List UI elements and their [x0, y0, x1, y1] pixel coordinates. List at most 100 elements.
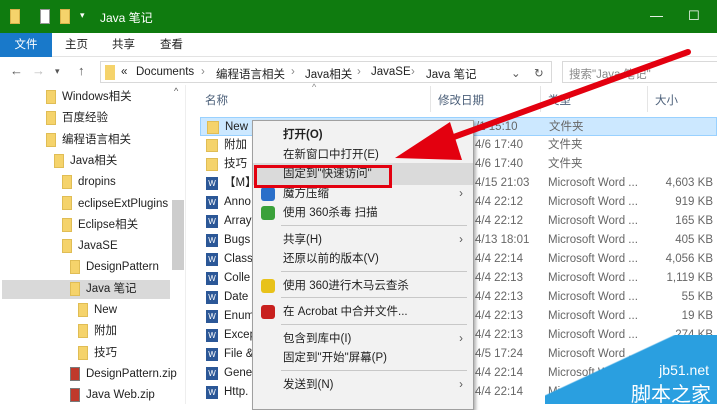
sidebar-item-label: DesignPattern.zip — [86, 367, 177, 380]
file-size: 4,603 KB — [665, 177, 713, 189]
context-menu-item[interactable]: 发送到(N) › — [253, 374, 473, 396]
context-menu-item[interactable]: 固定到"开始"屏幕(P) — [253, 347, 473, 369]
file-date: 4/4 22:14 — [475, 253, 523, 265]
word-document-icon: W — [206, 348, 218, 361]
column-size[interactable]: 大小 — [655, 92, 678, 108]
file-name: New — [225, 121, 249, 133]
breadcrumb-programming[interactable]: 编程语言相关 — [216, 66, 285, 82]
up-button[interactable]: ↑ — [78, 63, 85, 78]
sidebar-item-label: eclipseExtPlugins — [78, 197, 169, 210]
sidebar-item[interactable]: 附加 — [78, 322, 117, 341]
new-folder-icon[interactable] — [60, 9, 70, 24]
sidebar-item-label: Eclipse相关 — [78, 218, 139, 231]
file-type: Microsoft Word ... — [548, 310, 638, 322]
file-name: 技巧 — [224, 158, 247, 170]
tab-view[interactable]: 查看 — [150, 33, 193, 57]
menu-item-label: 共享(H) — [283, 233, 322, 246]
refresh-icon[interactable]: ↻ — [534, 66, 544, 80]
column-name[interactable]: 名称 — [205, 92, 228, 108]
file-type: Microsoft Word ... — [548, 272, 638, 284]
folder-icon — [70, 281, 80, 296]
breadcrumb-javase[interactable]: JavaSE — [371, 66, 411, 78]
file-type: Microsoft Word ... — [548, 253, 638, 265]
folder-icon — [78, 324, 88, 339]
tab-home[interactable]: 主页 — [55, 33, 98, 57]
sidebar-item[interactable]: DesignPattern.zip — [70, 365, 177, 384]
folder-icon — [207, 121, 219, 134]
breadcrumb-documents[interactable]: Documents — [136, 66, 194, 78]
sidebar-item-label: New — [94, 304, 118, 316]
address-bar[interactable]: « Documents › 编程语言相关 › Java相关 › JavaSE ›… — [100, 61, 552, 83]
file-type: Microsoft Word ... — [548, 291, 638, 303]
file-date: 4/13 18:01 — [475, 234, 530, 246]
sidebar-item[interactable]: 编程语言相关 — [46, 131, 131, 150]
sidebar-item[interactable]: JavaSE — [62, 237, 118, 256]
scroll-up-icon[interactable]: ^ — [174, 86, 178, 96]
forward-button[interactable]: → — [32, 63, 45, 78]
maximize-button[interactable]: ☐ — [688, 8, 700, 24]
context-menu-item[interactable]: 还原以前的版本(V) — [253, 248, 473, 270]
address-dropdown-icon[interactable]: ⌄ — [511, 66, 521, 80]
sidebar-item[interactable]: Eclipse相关 — [62, 216, 138, 235]
sidebar-scrollbar[interactable] — [172, 200, 184, 270]
folder-icon — [78, 345, 88, 360]
file-name: File & — [224, 348, 254, 360]
breadcrumb-java-notes[interactable]: Java 笔记 — [426, 66, 477, 82]
context-menu-item[interactable]: 使用 360杀毒 扫描 — [253, 202, 473, 224]
file-name: Colle — [224, 272, 251, 284]
sidebar-item[interactable]: Java 笔记 — [2, 279, 170, 299]
menu-item-label: 在新窗口中打开(E) — [283, 148, 379, 161]
sidebar-item[interactable]: Java Web.zip — [70, 386, 155, 405]
sidebar-item[interactable]: New — [78, 301, 117, 320]
sidebar-item[interactable]: eclipseExtPlugins — [62, 195, 168, 214]
context-menu-item[interactable]: 在 Acrobat 中合并文件... — [253, 301, 473, 323]
file-date: /1 15:10 — [476, 121, 518, 133]
column-date[interactable]: 修改日期 — [438, 92, 484, 108]
window-title: Java 笔记 — [100, 11, 153, 25]
sidebar-item-label: Windows相关 — [62, 91, 132, 103]
file-type: 文件夹 — [549, 121, 584, 133]
sidebar-item[interactable]: DesignPattern — [70, 258, 159, 277]
recent-locations-button[interactable]: ▾ — [55, 66, 60, 77]
menu-item-label: 发送到(N) — [283, 378, 334, 391]
menu-separator — [281, 369, 467, 371]
file-date: 4/6 17:40 — [475, 158, 523, 170]
folder-icon — [206, 139, 218, 152]
file-date: 4/6 17:40 — [475, 139, 523, 151]
file-name: Enum — [224, 310, 255, 322]
tab-share[interactable]: 共享 — [102, 33, 145, 57]
back-button[interactable]: ← — [10, 63, 23, 78]
sidebar-item-label: DesignPattern — [86, 261, 159, 274]
properties-icon[interactable] — [40, 9, 50, 24]
sidebar-item-label: dropins — [78, 176, 116, 189]
file-date: 4/4 22:13 — [475, 310, 523, 322]
menu-separator — [281, 224, 467, 226]
minimize-button[interactable]: — — [650, 8, 663, 23]
sidebar-item[interactable]: 百度经验 — [46, 109, 108, 128]
highlight-box — [254, 165, 392, 188]
folder-icon — [46, 111, 56, 126]
file-size: 1,119 KB — [666, 272, 713, 284]
file-type: Microsoft Word ... — [548, 215, 638, 227]
sidebar-item[interactable]: dropins — [62, 173, 116, 192]
customize-quick-access-icon[interactable]: ▾ — [80, 10, 85, 21]
folder-icon — [62, 239, 72, 254]
breadcrumb-java[interactable]: Java相关 — [305, 66, 352, 82]
menu-separator — [281, 297, 467, 298]
search-input[interactable]: 搜索"Java 笔记" — [562, 61, 717, 83]
sidebar-item-label: Java Web.zip — [86, 389, 155, 402]
tab-file[interactable]: 文件 — [0, 33, 52, 57]
word-document-icon: W — [206, 386, 218, 399]
word-document-icon: W — [206, 215, 218, 228]
sidebar-item[interactable]: Java相关 — [54, 152, 117, 171]
sidebar-item[interactable]: 技巧 — [78, 344, 117, 363]
overflow-chevron[interactable]: « — [121, 66, 127, 78]
sort-ascending-icon: ^ — [312, 82, 317, 92]
file-size: 19 KB — [681, 310, 713, 322]
folder-icon — [62, 175, 72, 190]
menu-item-label: 在 Acrobat 中合并文件... — [283, 306, 408, 318]
sidebar-item[interactable]: Windows相关 — [46, 88, 132, 107]
column-type[interactable]: 类型 — [548, 92, 571, 108]
context-menu-item[interactable]: 使用 360进行木马云查杀 — [253, 275, 473, 297]
word-document-icon: W — [206, 253, 218, 266]
